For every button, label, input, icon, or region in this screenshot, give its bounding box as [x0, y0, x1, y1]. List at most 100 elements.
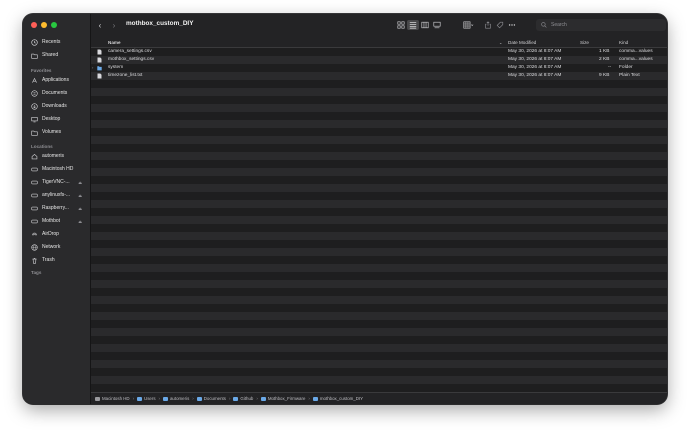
more-icon[interactable] [506, 20, 518, 30]
airdrop-icon [31, 231, 38, 238]
home-icon [31, 153, 38, 160]
tags-heading: Tags [31, 270, 42, 275]
path-item[interactable]: Macintosh HD › [95, 396, 134, 401]
sidebar-item-trash[interactable]: Trash [31, 255, 86, 265]
sidebar-item-raspberry[interactable]: Raspberry... ⏏ [31, 203, 86, 213]
empty-row [91, 248, 667, 256]
empty-row [91, 152, 667, 160]
file-date: May 30, 2026 at 8:07 AM [508, 57, 562, 62]
favorites-heading: Favorites [31, 68, 52, 73]
folder-icon [162, 396, 168, 401]
path-item[interactable]: automeris › [162, 396, 194, 401]
column-header-date[interactable]: Date Modified [508, 40, 536, 45]
empty-row [91, 184, 667, 192]
empty-row [91, 328, 667, 336]
list-view-icon[interactable] [407, 20, 419, 30]
sidebar-item-volumes[interactable]: Volumes [31, 127, 86, 137]
action-buttons [482, 19, 518, 31]
forward-button[interactable]: › [109, 20, 119, 30]
drive-icon [31, 205, 38, 212]
path-item[interactable]: mothbox_custom_DIY [312, 396, 364, 401]
file-icon [97, 57, 102, 63]
icon-view-icon[interactable] [395, 20, 407, 30]
sort-chevron-icon: ⌄ [499, 39, 503, 45]
zoom-button[interactable] [51, 22, 57, 28]
sidebar-item-desktop[interactable]: Desktop [31, 114, 86, 124]
sidebar-item-shared[interactable]: Shared [31, 50, 86, 60]
eject-icon[interactable]: ⏏ [78, 219, 82, 224]
table-row[interactable]: mothbox_settings.csv May 30, 2026 at 8:0… [91, 56, 667, 64]
empty-row [91, 112, 667, 120]
empty-row [91, 104, 667, 112]
sidebar-item-tigervnc[interactable]: TigerVNC-... ⏏ [31, 177, 86, 187]
sidebar-item-label: Volumes [42, 129, 62, 135]
sidebar-item-mothbot[interactable]: Mothbot ⏏ [31, 216, 86, 226]
file-date: May 30, 2026 at 8:07 AM [508, 49, 562, 54]
empty-row [91, 360, 667, 368]
close-button[interactable] [31, 22, 37, 28]
path-item[interactable]: Mothbox_Firmware › [260, 396, 310, 401]
sidebar-item-applications[interactable]: Applications [31, 75, 86, 85]
empty-row [91, 288, 667, 296]
file-icon [97, 73, 102, 79]
gallery-view-icon[interactable] [431, 20, 443, 30]
path-bar: Macintosh HD › Users › automeris › Document… [91, 392, 667, 404]
applications-icon [31, 77, 38, 84]
sidebar-item-documents[interactable]: Documents [31, 88, 86, 98]
column-header-size[interactable]: Size [580, 40, 589, 45]
column-header-kind[interactable]: Kind [619, 40, 628, 45]
eject-icon[interactable]: ⏏ [78, 193, 82, 198]
path-item-label: Users [144, 396, 156, 401]
sidebar-item-anylinuxfs[interactable]: anylinuxfs-... ⏏ [31, 190, 86, 200]
table-row[interactable]: timezone_list.txt May 30, 2026 at 8:07 A… [91, 72, 667, 80]
empty-row [91, 264, 667, 272]
sidebar-item-macintosh-hd[interactable]: Macintosh HD [31, 164, 86, 174]
document-icon [31, 89, 38, 97]
sidebar-item-label: Downloads [42, 103, 67, 109]
window-title: mothbox_custom_DIY [126, 20, 194, 27]
path-item-label: mothbox_custom_DIY [319, 396, 364, 401]
path-item-label: Documents [203, 396, 226, 401]
empty-row [91, 296, 667, 304]
table-row[interactable]: › system May 30, 2026 at 8:07 AM -- Fold… [91, 64, 667, 72]
path-item[interactable]: Github › [233, 396, 258, 401]
empty-row [91, 224, 667, 232]
empty-row [91, 216, 667, 224]
tag-icon[interactable] [494, 20, 506, 30]
network-icon [31, 243, 38, 251]
sidebar-item-label: anylinuxfs-... [42, 192, 71, 198]
sidebar-item-recents[interactable]: Recents [31, 37, 86, 47]
path-item[interactable]: Documents › [196, 396, 230, 401]
empty-row [91, 368, 667, 376]
sidebar-item-airdrop[interactable]: AirDrop [31, 229, 86, 239]
minimize-button[interactable] [41, 22, 47, 28]
path-item[interactable]: Users › [137, 396, 160, 401]
empty-row [91, 336, 667, 344]
path-item-label: Macintosh HD [102, 396, 130, 401]
sidebar-item-downloads[interactable]: Downloads [31, 101, 86, 111]
group-by-icon[interactable] [460, 20, 476, 30]
eject-icon[interactable]: ⏏ [78, 180, 82, 185]
drive-icon [95, 396, 100, 401]
empty-row [91, 240, 667, 248]
sidebar-item-label: Network [42, 244, 61, 250]
eject-icon[interactable]: ⏏ [78, 206, 82, 211]
sidebar-item-label: AirDrop [42, 231, 59, 237]
file-size: 2 KB [599, 57, 610, 62]
sidebar: Recents Shared Favorites Applications Do… [23, 14, 91, 404]
sidebar-item-network[interactable]: Network [31, 242, 86, 252]
column-header-name[interactable]: Name [108, 40, 121, 45]
table-row[interactable]: camera_settings.csv May 30, 2026 at 8:07… [91, 48, 667, 56]
empty-row [91, 344, 667, 352]
drive-icon [31, 192, 38, 199]
group-button[interactable] [460, 19, 476, 31]
file-date: May 30, 2026 at 8:07 AM [508, 73, 562, 78]
locations-heading: Locations [31, 144, 53, 149]
disclosure-chevron-icon[interactable]: › [92, 65, 93, 70]
path-separator: › [192, 396, 194, 401]
sidebar-item-automeris[interactable]: automeris [31, 151, 86, 161]
share-icon[interactable] [482, 20, 494, 30]
search-field[interactable]: Search [536, 19, 666, 31]
back-button[interactable]: ‹ [95, 20, 105, 30]
column-view-icon[interactable] [419, 20, 431, 30]
